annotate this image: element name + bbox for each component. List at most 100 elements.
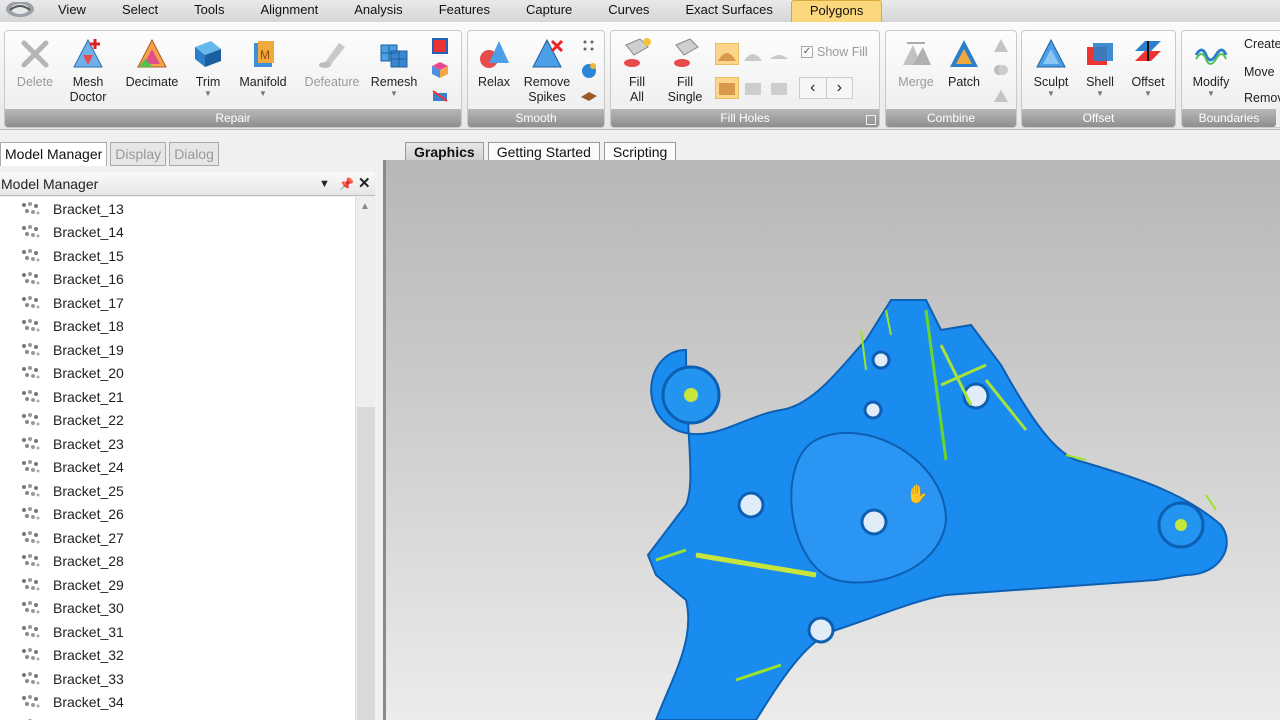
scroll-thumb[interactable] — [357, 407, 375, 720]
menu-features[interactable]: Features — [421, 0, 508, 22]
sand-tool-icon[interactable] — [580, 87, 598, 105]
tab-graphics[interactable]: Graphics — [405, 142, 484, 162]
tab-getting-started[interactable]: Getting Started — [487, 142, 600, 162]
tree-item[interactable]: Bracket_18 — [0, 315, 355, 339]
tab-display[interactable]: Display — [110, 142, 167, 166]
cube-red-icon[interactable] — [431, 37, 449, 55]
modify-dropdown-icon[interactable]: ▼ — [1207, 90, 1215, 98]
shell-button[interactable]: Shell ▼ — [1080, 37, 1120, 98]
panel-splitter[interactable] — [375, 142, 383, 720]
menu-select[interactable]: Select — [104, 0, 176, 22]
trim-dropdown-icon[interactable]: ▼ — [204, 90, 212, 98]
move-boundary-button[interactable]: Move — [1244, 65, 1275, 79]
menu-alignment[interactable]: Alignment — [242, 0, 336, 22]
tree-item[interactable]: Bracket_28 — [0, 550, 355, 574]
chevron-down-icon[interactable]: ▼ — [318, 172, 330, 196]
decimate-button[interactable]: Decimate — [123, 37, 181, 90]
menu-capture[interactable]: Capture — [508, 0, 590, 22]
tree-item[interactable]: Bracket_24 — [0, 456, 355, 480]
tree-item[interactable]: Bracket_16 — [0, 268, 355, 292]
remove-boundary-button[interactable]: Remov — [1244, 91, 1280, 105]
trim-icon — [195, 41, 221, 67]
graphics-viewport[interactable]: ✋ — [383, 160, 1280, 720]
tree-item[interactable]: Bracket_31 — [0, 620, 355, 644]
manifold-button[interactable]: M Manifold ▼ — [235, 37, 291, 98]
tab-scripting[interactable]: Scripting — [603, 142, 677, 162]
bracket-mesh-model[interactable]: ✋ — [386, 160, 1280, 720]
tree-item[interactable]: Bracket_26 — [0, 503, 355, 527]
tree-item[interactable]: Bracket_19 — [0, 338, 355, 362]
mesh-tool-icon[interactable] — [431, 87, 449, 105]
tree-item[interactable]: Bracket_23 — [0, 432, 355, 456]
close-icon[interactable]: ✕ — [357, 172, 371, 196]
patch-button[interactable]: Patch — [944, 37, 984, 90]
remesh-dropdown-icon[interactable]: ▼ — [390, 90, 398, 98]
tab-model-manager[interactable]: Model Manager — [0, 142, 108, 166]
shell-dropdown-icon[interactable]: ▼ — [1096, 90, 1104, 98]
tree-item-label: Bracket_21 — [53, 388, 124, 405]
menu-tools[interactable]: Tools — [176, 0, 242, 22]
tree-item[interactable]: Bracket_13 — [0, 197, 355, 221]
menu-view[interactable]: View — [40, 0, 104, 22]
previous-hole-icon[interactable]: ‹ — [800, 78, 826, 98]
tree-item-label: Bracket_34 — [53, 694, 124, 711]
tree-item[interactable]: Bracket_15 — [0, 244, 355, 268]
modify-button[interactable]: Modify ▼ — [1188, 37, 1234, 98]
trim-button[interactable]: Trim ▼ — [191, 37, 225, 98]
tree-item[interactable]: Bracket_34 — [0, 691, 355, 715]
show-fill-label: Show Fill — [817, 45, 868, 59]
tab-dialog[interactable]: Dialog — [169, 142, 219, 166]
combine-tool-one-icon[interactable] — [992, 37, 1010, 55]
tree-item[interactable]: Bracket_30 — [0, 597, 355, 621]
dotted-tool-icon[interactable] — [580, 37, 598, 55]
tree-item[interactable]: Bracket_35 — [0, 714, 355, 720]
menu-polygons[interactable]: Polygons — [790, 0, 883, 22]
fill-all-button[interactable]: Fill All — [619, 37, 655, 105]
pin-icon[interactable]: 📌 — [338, 172, 354, 196]
show-fill-checkbox[interactable]: ✓ Show Fill — [801, 45, 868, 59]
sculpt-dropdown-icon[interactable]: ▼ — [1047, 90, 1055, 98]
fill-type-two-icon[interactable] — [741, 77, 765, 99]
fill-type-one-icon[interactable] — [715, 77, 739, 99]
fill-single-label-1: Fill — [677, 75, 693, 89]
combine-tool-two-icon[interactable] — [992, 61, 1010, 79]
fill-flat-icon[interactable] — [767, 43, 791, 65]
tree-item[interactable]: Bracket_21 — [0, 385, 355, 409]
mesh-doctor-button[interactable]: Mesh Doctor — [65, 37, 111, 105]
app-logo-icon[interactable] — [0, 0, 40, 22]
merge-button[interactable]: Merge — [894, 37, 938, 90]
relax-button[interactable]: Relax — [474, 37, 514, 90]
offset-dropdown-icon[interactable]: ▼ — [1144, 90, 1152, 98]
offset-button[interactable]: Offset ▼ — [1126, 37, 1170, 98]
delete-button[interactable]: Delete — [15, 37, 55, 90]
tree-item[interactable]: Bracket_32 — [0, 644, 355, 668]
tree-scrollbar[interactable]: ▲ — [355, 197, 375, 720]
fill-tangent-icon[interactable] — [741, 43, 765, 65]
tree-item[interactable]: Bracket_33 — [0, 667, 355, 691]
menu-exact-surfaces[interactable]: Exact Surfaces — [667, 0, 790, 22]
tree-item[interactable]: Bracket_17 — [0, 291, 355, 315]
tree-item[interactable]: Bracket_25 — [0, 479, 355, 503]
combine-tool-three-icon[interactable] — [992, 87, 1010, 105]
menu-curves[interactable]: Curves — [590, 0, 667, 22]
menu-analysis[interactable]: Analysis — [336, 0, 420, 22]
tree-item[interactable]: Bracket_20 — [0, 362, 355, 386]
fill-type-three-icon[interactable] — [767, 77, 791, 99]
create-boundary-button[interactable]: Create — [1244, 37, 1280, 51]
scroll-up-icon[interactable]: ▲ — [360, 201, 370, 212]
manifold-dropdown-icon[interactable]: ▼ — [259, 90, 267, 98]
sculpt-button[interactable]: Sculpt ▼ — [1030, 37, 1072, 98]
fill-single-button[interactable]: Fill Single — [663, 37, 707, 105]
cube-multi-icon[interactable] — [431, 61, 449, 79]
remesh-button[interactable]: Remesh ▼ — [371, 37, 417, 98]
remove-spikes-button[interactable]: Remove Spikes — [520, 37, 574, 105]
tree-item[interactable]: Bracket_29 — [0, 573, 355, 597]
sphere-tool-icon[interactable] — [580, 61, 598, 79]
next-hole-icon[interactable]: › — [825, 78, 853, 98]
tree-item[interactable]: Bracket_27 — [0, 526, 355, 550]
tree-item[interactable]: Bracket_22 — [0, 409, 355, 433]
fill-holes-options-icon[interactable] — [866, 115, 876, 125]
defeature-button[interactable]: Defeature — [303, 37, 361, 90]
fill-curvature-icon[interactable] — [715, 43, 739, 65]
tree-item[interactable]: Bracket_14 — [0, 221, 355, 245]
